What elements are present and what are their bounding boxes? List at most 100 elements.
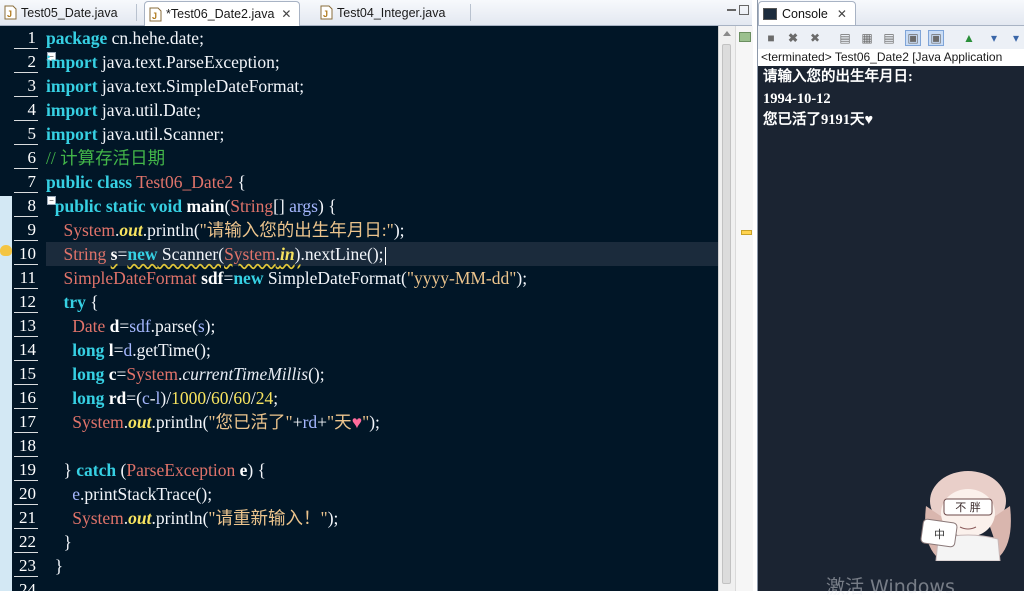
warning-marker[interactable] (741, 230, 752, 235)
code-token: =( (126, 388, 142, 408)
code-line[interactable]: e.printStackTrace(); (46, 482, 212, 506)
code-line[interactable]: // 计算存活日期 (46, 146, 165, 170)
code-token: = (113, 340, 124, 360)
view-menu-icon[interactable]: ▾ (1008, 30, 1024, 46)
code-token: cn.hehe.date; (107, 28, 204, 48)
code-line[interactable]: long l=d.getTime(); (46, 338, 211, 362)
warning-icon[interactable] (0, 245, 12, 256)
display-console-icon[interactable]: ▲ (961, 30, 977, 46)
code-token: out (119, 220, 143, 240)
console-toolbar: ■ ✖ ✖ ▤ ▦ ▤ ▣ ▣ ▲ ▾ ▾ (758, 26, 1024, 50)
code-token: ); (204, 316, 216, 336)
code-token: in (280, 244, 295, 264)
code-token: .getTime(); (132, 340, 211, 360)
tab-test06-date2[interactable]: J *Test06_Date2.java ✕ (144, 1, 301, 26)
left-ruler (0, 26, 14, 591)
show-on-stderr-icon[interactable]: ▣ (905, 30, 921, 46)
maximize-icon[interactable] (739, 5, 749, 15)
line-number: 16 (14, 386, 38, 410)
code-token: package (46, 28, 108, 48)
mascot-badge-text: 不 胖 (955, 501, 981, 514)
code-line[interactable]: import java.text.ParseException; (46, 50, 280, 74)
code-line[interactable]: SimpleDateFormat sdf=new SimpleDateForma… (46, 266, 528, 290)
code-token: public static void (54, 196, 183, 216)
tab-test04-integer[interactable]: J Test04_Integer.java (320, 1, 445, 24)
code-line[interactable]: } (46, 530, 72, 554)
code-area[interactable]: package cn.hehe.date; import java.text.Pa… (46, 26, 718, 591)
close-icon[interactable]: ✕ (281, 7, 291, 21)
status-ok-icon (739, 32, 751, 42)
console-status: <terminated> Test06_Date2 [Java Applicat… (758, 49, 1024, 66)
code-token: import (46, 52, 98, 72)
code-token: java.text.SimpleDateFormat; (97, 76, 305, 96)
svg-text:J: J (7, 9, 12, 19)
code-line[interactable]: String s=new Scanner(System.in).nextLine… (46, 242, 386, 266)
code-line[interactable]: long c=System.currentTimeMillis(); (46, 362, 325, 386)
pin-console-icon[interactable]: ▣ (928, 30, 944, 46)
tab-test05-date[interactable]: J Test05_Date.java (4, 1, 118, 24)
code-token: System (126, 364, 178, 384)
code-line[interactable]: public class Test06_Date2 { (46, 170, 246, 194)
code-token: System (72, 508, 124, 528)
code-token: ) { (247, 460, 266, 480)
code-line[interactable]: import java.util.Scanner; (46, 122, 224, 146)
code-token: ; (273, 388, 279, 408)
editor-scrollbar[interactable] (718, 26, 735, 591)
code-line[interactable]: } (46, 554, 63, 578)
remove-all-icon[interactable]: ✖ (807, 30, 823, 46)
code-token: import (46, 100, 98, 120)
line-number: 5 (14, 122, 38, 146)
svg-text:J: J (323, 9, 328, 19)
code-line[interactable]: System.out.println("请重新输入！"); (46, 506, 338, 530)
code-line[interactable]: Date d=sdf.parse(s); (46, 314, 215, 338)
code-line[interactable]: try { (46, 290, 99, 314)
code-token: new (233, 268, 264, 288)
code-token: java.util.Scanner; (97, 124, 225, 144)
java-file-icon: J (149, 7, 162, 22)
minimize-icon[interactable] (727, 9, 736, 11)
scrollbar-thumb[interactable] (722, 44, 731, 584)
code-token: e (72, 484, 81, 504)
code-token: } (46, 532, 72, 552)
scroll-up-icon[interactable] (723, 31, 731, 36)
code-token: try (63, 292, 86, 312)
code-token: (); (308, 364, 325, 384)
new-console-icon[interactable]: ▾ (986, 30, 1002, 46)
line-number: 2 (14, 50, 38, 74)
show-on-stdout-icon[interactable]: ▤ (881, 30, 897, 46)
code-token: .println( (151, 508, 209, 528)
console-output[interactable]: 请输入您的出生年月日: 1994-10-12 您已活了9191天♥ 不 胖 中 … (758, 66, 1024, 598)
code-line[interactable]: System.out.println("请输入您的出生年月日:"); (46, 218, 405, 242)
code-line[interactable]: public static void main(String[] args) { (46, 194, 337, 218)
code-token: "天 (327, 412, 352, 432)
code-line[interactable]: long rd=(c-l)/1000/60/60/24; (46, 386, 278, 410)
code-token: String (63, 244, 107, 264)
text-caret (384, 246, 386, 265)
code-token: SimpleDateFormat( (263, 268, 407, 288)
code-line[interactable]: package cn.hehe.date; (46, 26, 204, 50)
code-line[interactable]: import java.util.Date; (46, 98, 201, 122)
line-number: 23 (14, 554, 38, 578)
tab-console[interactable]: Console ✕ (758, 1, 856, 25)
close-icon[interactable]: ✕ (837, 7, 847, 21)
code-token: new (127, 244, 158, 264)
code-editor[interactable]: 1 2 3 4 5 6 7 8 9 10 11 12 13 14 15 16 17 18 19 20 21 22 23 24−… (0, 26, 753, 601)
code-token: "请重新输入！" (208, 508, 328, 528)
clear-console-icon[interactable]: ▤ (837, 30, 853, 46)
code-token: } (46, 556, 64, 576)
code-token: ParseException (126, 460, 236, 480)
line-number: 4 (14, 98, 38, 122)
line-number-gutter: 1 2 3 4 5 6 7 8 9 10 11 12 13 14 15 16 17 18 19 20 21 22 23 24−… (14, 26, 56, 601)
code-line[interactable]: import java.text.SimpleDateFormat; (46, 74, 304, 98)
remove-launch-icon[interactable]: ✖ (785, 30, 801, 46)
scroll-lock-icon[interactable]: ▦ (859, 30, 875, 46)
code-token: System (224, 244, 276, 264)
code-token: s (197, 316, 205, 336)
terminate-icon[interactable]: ■ (763, 30, 779, 46)
line-number: 7 (14, 170, 38, 194)
code-token: } (46, 460, 77, 480)
code-line[interactable]: System.out.println("您已活了"+rd+"天♥"); (46, 410, 380, 434)
code-line[interactable]: } catch (ParseException e) { (46, 458, 266, 482)
